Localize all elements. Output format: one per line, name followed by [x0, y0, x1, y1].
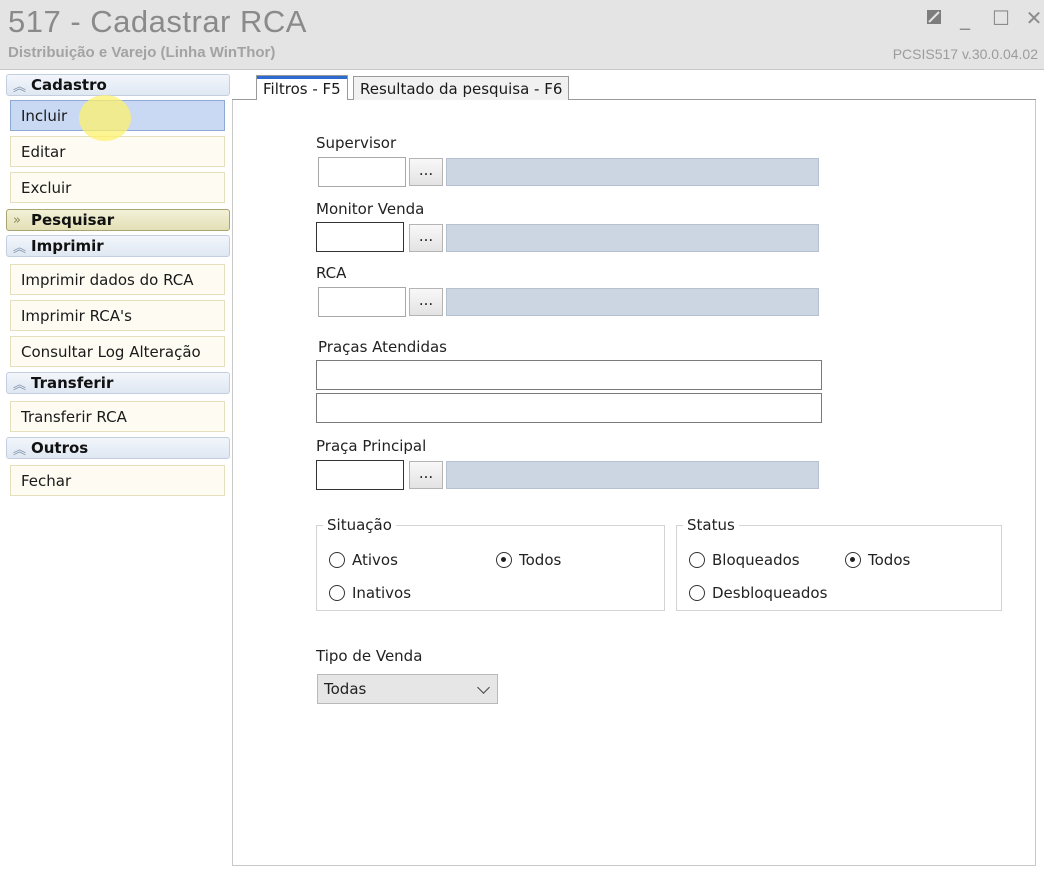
- status-desbloqueados-radio[interactable]: Desbloqueados: [689, 584, 827, 602]
- monitor-venda-code-input[interactable]: [316, 222, 404, 252]
- pracas-atendidas-input-1[interactable]: [316, 360, 822, 390]
- restore-icon[interactable]: [922, 6, 946, 30]
- title-bar: 517 - Cadastrar RCA Distribuição e Varej…: [0, 0, 1044, 70]
- chevron-up-icon: ︽: [13, 442, 27, 458]
- status-group: Status Bloqueados Todos Desbloqueados: [676, 516, 1002, 611]
- group-title: Pesquisar: [31, 211, 115, 229]
- fechar-button[interactable]: Fechar: [10, 465, 225, 496]
- rca-lookup-button[interactable]: ...: [409, 288, 443, 316]
- tipo-venda-label: Tipo de Venda: [316, 647, 423, 665]
- supervisor-description: [446, 158, 819, 186]
- rca-code-input[interactable]: [318, 287, 406, 317]
- window-subtitle: Distribuição e Varejo (Linha WinThor): [8, 44, 276, 61]
- radio-label: Todos: [868, 551, 911, 569]
- monitor-venda-lookup-button[interactable]: ...: [409, 224, 443, 252]
- rca-label: RCA: [316, 264, 347, 282]
- pracas-atendidas-label: Praças Atendidas: [318, 338, 447, 356]
- window-title: 517 - Cadastrar RCA: [8, 4, 307, 39]
- chevron-right-icon: »: [13, 212, 21, 228]
- radio-circle: [689, 552, 705, 568]
- version-label: PCSIS517 v.30.0.04.02: [892, 46, 1038, 62]
- pracas-atendidas-input-2[interactable]: [316, 393, 822, 423]
- tab-filtros[interactable]: Filtros - F5: [256, 75, 348, 101]
- chevron-down-icon: [477, 681, 490, 694]
- situacao-todos-radio[interactable]: Todos: [496, 551, 561, 569]
- rca-description: [446, 288, 819, 316]
- radio-label: Bloqueados: [712, 551, 800, 569]
- consultar-log-button[interactable]: Consultar Log Alteração: [10, 336, 225, 367]
- group-transferir[interactable]: ︽ Transferir: [6, 372, 230, 394]
- radio-circle: [689, 585, 705, 601]
- radio-circle: [496, 552, 512, 568]
- radio-circle: [845, 552, 861, 568]
- group-pesquisar[interactable]: » Pesquisar: [6, 209, 230, 231]
- group-outros[interactable]: ︽ Outros: [6, 437, 230, 459]
- status-bloqueados-radio[interactable]: Bloqueados: [689, 551, 800, 569]
- tab-strip: Filtros - F5 Resultado da pesquisa - F6: [232, 75, 1036, 101]
- group-title: Imprimir: [31, 237, 104, 255]
- chevron-up-icon: ︽: [13, 240, 27, 256]
- group-title: Transferir: [31, 374, 114, 392]
- status-todos-radio[interactable]: Todos: [845, 551, 910, 569]
- maximize-button[interactable]: ☐: [989, 6, 1013, 30]
- editar-button[interactable]: Editar: [10, 136, 225, 167]
- tab-selected-indicator: [257, 76, 347, 79]
- supervisor-label: Supervisor: [316, 134, 397, 152]
- radio-label: Desbloqueados: [712, 584, 828, 602]
- monitor-venda-label: Monitor Venda: [316, 200, 425, 218]
- tipo-venda-select[interactable]: Todas: [317, 674, 498, 704]
- group-cadastro[interactable]: ︽ Cadastro: [6, 74, 230, 96]
- transferir-rca-button[interactable]: Transferir RCA: [10, 401, 225, 432]
- radio-circle: [329, 585, 345, 601]
- incluir-button[interactable]: Incluir: [10, 100, 225, 131]
- imprimir-rcas-button[interactable]: Imprimir RCA's: [10, 300, 225, 331]
- group-title: Cadastro: [31, 76, 107, 94]
- praca-principal-lookup-button[interactable]: ...: [409, 461, 443, 489]
- tab-label: Resultado da pesquisa - F6: [360, 80, 563, 98]
- supervisor-lookup-button[interactable]: ...: [409, 158, 443, 186]
- group-title: Outros: [31, 439, 89, 457]
- radio-circle: [329, 552, 345, 568]
- filters-panel: Supervisor ... Monitor Venda ... RCA ...…: [232, 100, 1036, 866]
- praca-principal-code-input[interactable]: [316, 460, 404, 490]
- tipo-venda-selected: Todas: [324, 680, 367, 698]
- chevron-up-icon: ︽: [13, 79, 27, 95]
- situacao-title: Situação: [323, 516, 396, 534]
- excluir-button[interactable]: Excluir: [10, 172, 225, 203]
- tab-resultado[interactable]: Resultado da pesquisa - F6: [353, 76, 570, 101]
- situacao-ativos-radio[interactable]: Ativos: [329, 551, 398, 569]
- minimize-button[interactable]: _: [953, 6, 977, 30]
- status-title: Status: [683, 516, 739, 534]
- situacao-inativos-radio[interactable]: Inativos: [329, 584, 411, 602]
- supervisor-code-input[interactable]: [318, 157, 406, 187]
- group-imprimir[interactable]: ︽ Imprimir: [6, 235, 230, 257]
- radio-label: Todos: [519, 551, 562, 569]
- praca-principal-label: Praça Principal: [316, 437, 427, 455]
- monitor-venda-description: [446, 224, 819, 252]
- radio-label: Inativos: [352, 584, 412, 602]
- imprimir-dados-rca-button[interactable]: Imprimir dados do RCA: [10, 264, 225, 295]
- praca-principal-description: [446, 461, 819, 489]
- tab-label: Filtros - F5: [263, 79, 341, 98]
- chevron-up-icon: ︽: [13, 377, 27, 393]
- main-content: Filtros - F5 Resultado da pesquisa - F6 …: [232, 70, 1036, 866]
- action-panel: ︽ Cadastro Incluir Editar Excluir » Pesq…: [4, 72, 230, 866]
- situacao-group: Situação Ativos Todos Inativos: [316, 516, 665, 611]
- close-button[interactable]: ✕: [1022, 6, 1044, 30]
- radio-label: Ativos: [352, 551, 398, 569]
